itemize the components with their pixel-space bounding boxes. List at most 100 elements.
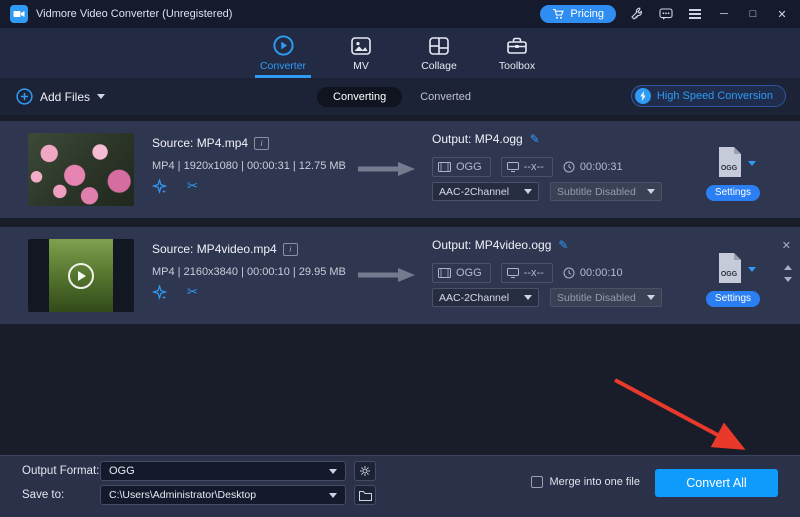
- output-format-dropdown[interactable]: OGG: [100, 461, 346, 481]
- pricing-button[interactable]: Pricing: [540, 5, 616, 23]
- info-icon[interactable]: i: [254, 137, 269, 150]
- checkbox-icon: [531, 476, 543, 488]
- save-to-dropdown[interactable]: C:\Users\Administrator\Desktop: [100, 485, 346, 505]
- video-thumbnail[interactable]: [28, 239, 134, 312]
- output-resolution-box: --x--: [501, 157, 553, 177]
- output-duration-value: 00:00:31: [580, 161, 623, 173]
- app-logo-icon: [10, 5, 28, 23]
- convert-all-button[interactable]: Convert All: [655, 469, 778, 497]
- output-duration: 00:00:10: [563, 264, 623, 282]
- app-window: Vidmore Video Converter (Unregistered) P…: [0, 0, 800, 517]
- output-filename: Output: MP4video.ogg: [432, 238, 551, 252]
- feedback-icon[interactable]: [658, 6, 674, 22]
- chevron-down-icon: [524, 189, 532, 194]
- merge-label: Merge into one file: [550, 476, 641, 488]
- subtitle-value: Subtitle Disabled: [557, 186, 636, 198]
- clock-icon: [563, 267, 575, 279]
- subtitle-dropdown[interactable]: Subtitle Disabled: [550, 182, 662, 201]
- chevron-down-icon: [647, 189, 655, 194]
- edit-effects-icon[interactable]: [152, 285, 167, 300]
- audio-track-value: AAC-2Channel: [439, 186, 509, 198]
- play-icon[interactable]: [68, 263, 94, 289]
- tab-collage[interactable]: Collage: [400, 28, 478, 78]
- output-format-box: OGG: [432, 263, 491, 283]
- cut-icon[interactable]: ✂: [187, 284, 198, 300]
- output-format-selected: OGG: [109, 465, 135, 477]
- output-filename: Output: MP4.ogg: [432, 132, 523, 146]
- open-folder-button[interactable]: [354, 485, 376, 505]
- move-up-icon[interactable]: [784, 265, 792, 270]
- add-circle-icon: [16, 88, 33, 105]
- converter-icon: [272, 34, 295, 57]
- output-format-value: OGG: [456, 267, 482, 279]
- video-thumbnail[interactable]: [28, 133, 134, 206]
- tab-converter-label: Converter: [260, 60, 306, 72]
- file-row: Source: MP4.mp4 i MP4 | 1920x1080 | 00:0…: [0, 121, 800, 218]
- output-format-label: Output Format:: [22, 461, 99, 481]
- audio-track-dropdown[interactable]: AAC-2Channel: [432, 288, 539, 307]
- folder-icon: [359, 490, 372, 501]
- convert-direction-arrow-icon: [358, 267, 416, 286]
- output-duration-value: 00:00:10: [580, 267, 623, 279]
- file-badge-text: OGG: [721, 165, 738, 172]
- annotation-arrow: [570, 360, 790, 470]
- tab-converter[interactable]: Converter: [244, 28, 322, 78]
- collage-icon: [428, 35, 450, 57]
- settings-button[interactable]: Settings: [706, 185, 760, 201]
- info-icon[interactable]: i: [283, 243, 298, 256]
- audio-track-dropdown[interactable]: AAC-2Channel: [432, 182, 539, 201]
- settings-button[interactable]: Settings: [706, 291, 760, 307]
- output-file-type-icon[interactable]: OGG: [717, 146, 743, 181]
- file-badge-text: OGG: [721, 271, 738, 278]
- toolbox-icon: [506, 35, 528, 57]
- tab-mv-label: MV: [353, 60, 369, 72]
- toolbar: Add Files Converting Converted High Spee…: [0, 78, 800, 115]
- output-resolution-box: --x--: [501, 263, 553, 283]
- subtitle-value: Subtitle Disabled: [557, 292, 636, 304]
- tab-converting[interactable]: Converting: [317, 87, 402, 107]
- resolution-icon: [507, 268, 519, 278]
- pricing-label: Pricing: [570, 8, 604, 20]
- lightning-icon: [635, 88, 651, 104]
- source-filename: Source: MP4video.mp4: [152, 242, 277, 256]
- rename-icon[interactable]: ✎: [558, 238, 568, 252]
- tab-mv[interactable]: MV: [322, 28, 400, 78]
- clock-icon: [563, 161, 575, 173]
- main-nav: Converter MV Collage Toolbox: [0, 28, 800, 78]
- chevron-down-icon: [329, 493, 337, 498]
- move-down-icon[interactable]: [784, 277, 792, 282]
- close-button[interactable]: ✕: [774, 8, 790, 21]
- subtitle-dropdown[interactable]: Subtitle Disabled: [550, 288, 662, 307]
- tab-toolbox[interactable]: Toolbox: [478, 28, 556, 78]
- save-to-label: Save to:: [22, 485, 64, 505]
- source-metadata: MP4 | 1920x1080 | 00:00:31 | 12.75 MB: [152, 160, 346, 172]
- app-title: Vidmore Video Converter (Unregistered): [36, 8, 232, 20]
- edit-effects-icon[interactable]: [152, 179, 167, 194]
- chevron-down-icon: [329, 469, 337, 474]
- maximize-button[interactable]: □: [745, 8, 761, 20]
- register-key-icon[interactable]: [629, 6, 645, 22]
- add-files-button[interactable]: Add Files: [16, 78, 105, 115]
- minimize-button[interactable]: ─: [716, 8, 732, 20]
- profile-chevron-icon[interactable]: [748, 161, 756, 166]
- resolution-icon: [507, 162, 519, 172]
- format-settings-button[interactable]: [354, 461, 376, 481]
- cut-icon[interactable]: ✂: [187, 178, 198, 194]
- file-row: Source: MP4video.mp4 i MP4 | 2160x3840 |…: [0, 227, 800, 324]
- chevron-down-icon: [524, 295, 532, 300]
- source-filename: Source: MP4.mp4: [152, 136, 248, 150]
- high-speed-conversion-button[interactable]: High Speed Conversion: [631, 85, 786, 107]
- add-files-label: Add Files: [40, 90, 90, 104]
- merge-into-one-file-checkbox[interactable]: Merge into one file: [531, 476, 641, 488]
- remove-file-icon[interactable]: ✕: [782, 239, 791, 252]
- output-file-type-icon[interactable]: OGG: [717, 252, 743, 287]
- film-icon: [438, 162, 451, 172]
- output-resolution-value: --x--: [524, 161, 544, 173]
- tab-converted[interactable]: Converted: [408, 87, 483, 107]
- rename-icon[interactable]: ✎: [530, 132, 540, 146]
- profile-chevron-icon[interactable]: [748, 267, 756, 272]
- menu-icon[interactable]: [687, 6, 703, 22]
- output-duration: 00:00:31: [563, 158, 623, 176]
- chevron-down-icon: [97, 94, 105, 99]
- titlebar: Vidmore Video Converter (Unregistered) P…: [0, 0, 800, 28]
